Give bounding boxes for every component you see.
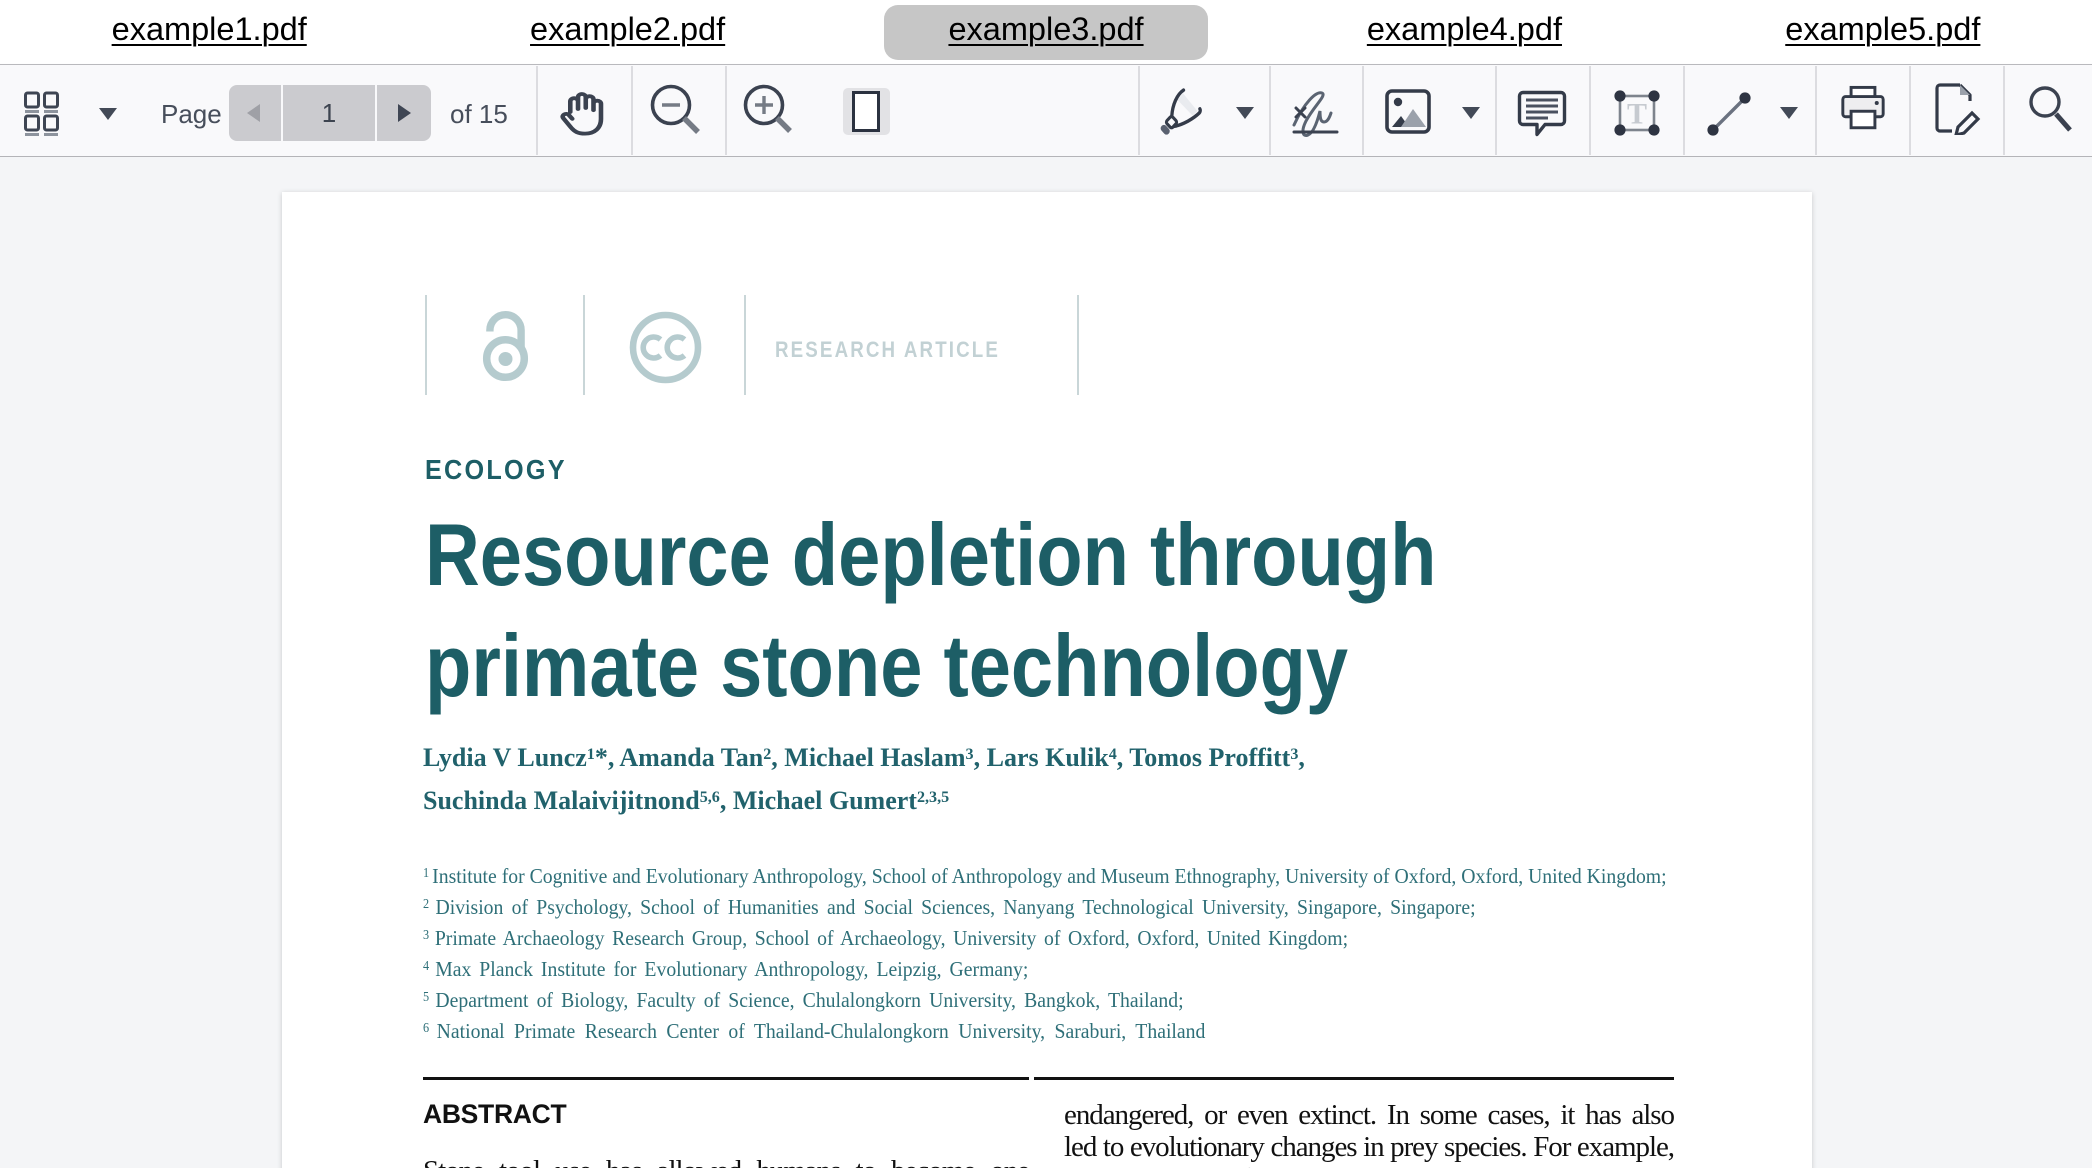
svg-text:T: T [1627, 98, 1647, 131]
